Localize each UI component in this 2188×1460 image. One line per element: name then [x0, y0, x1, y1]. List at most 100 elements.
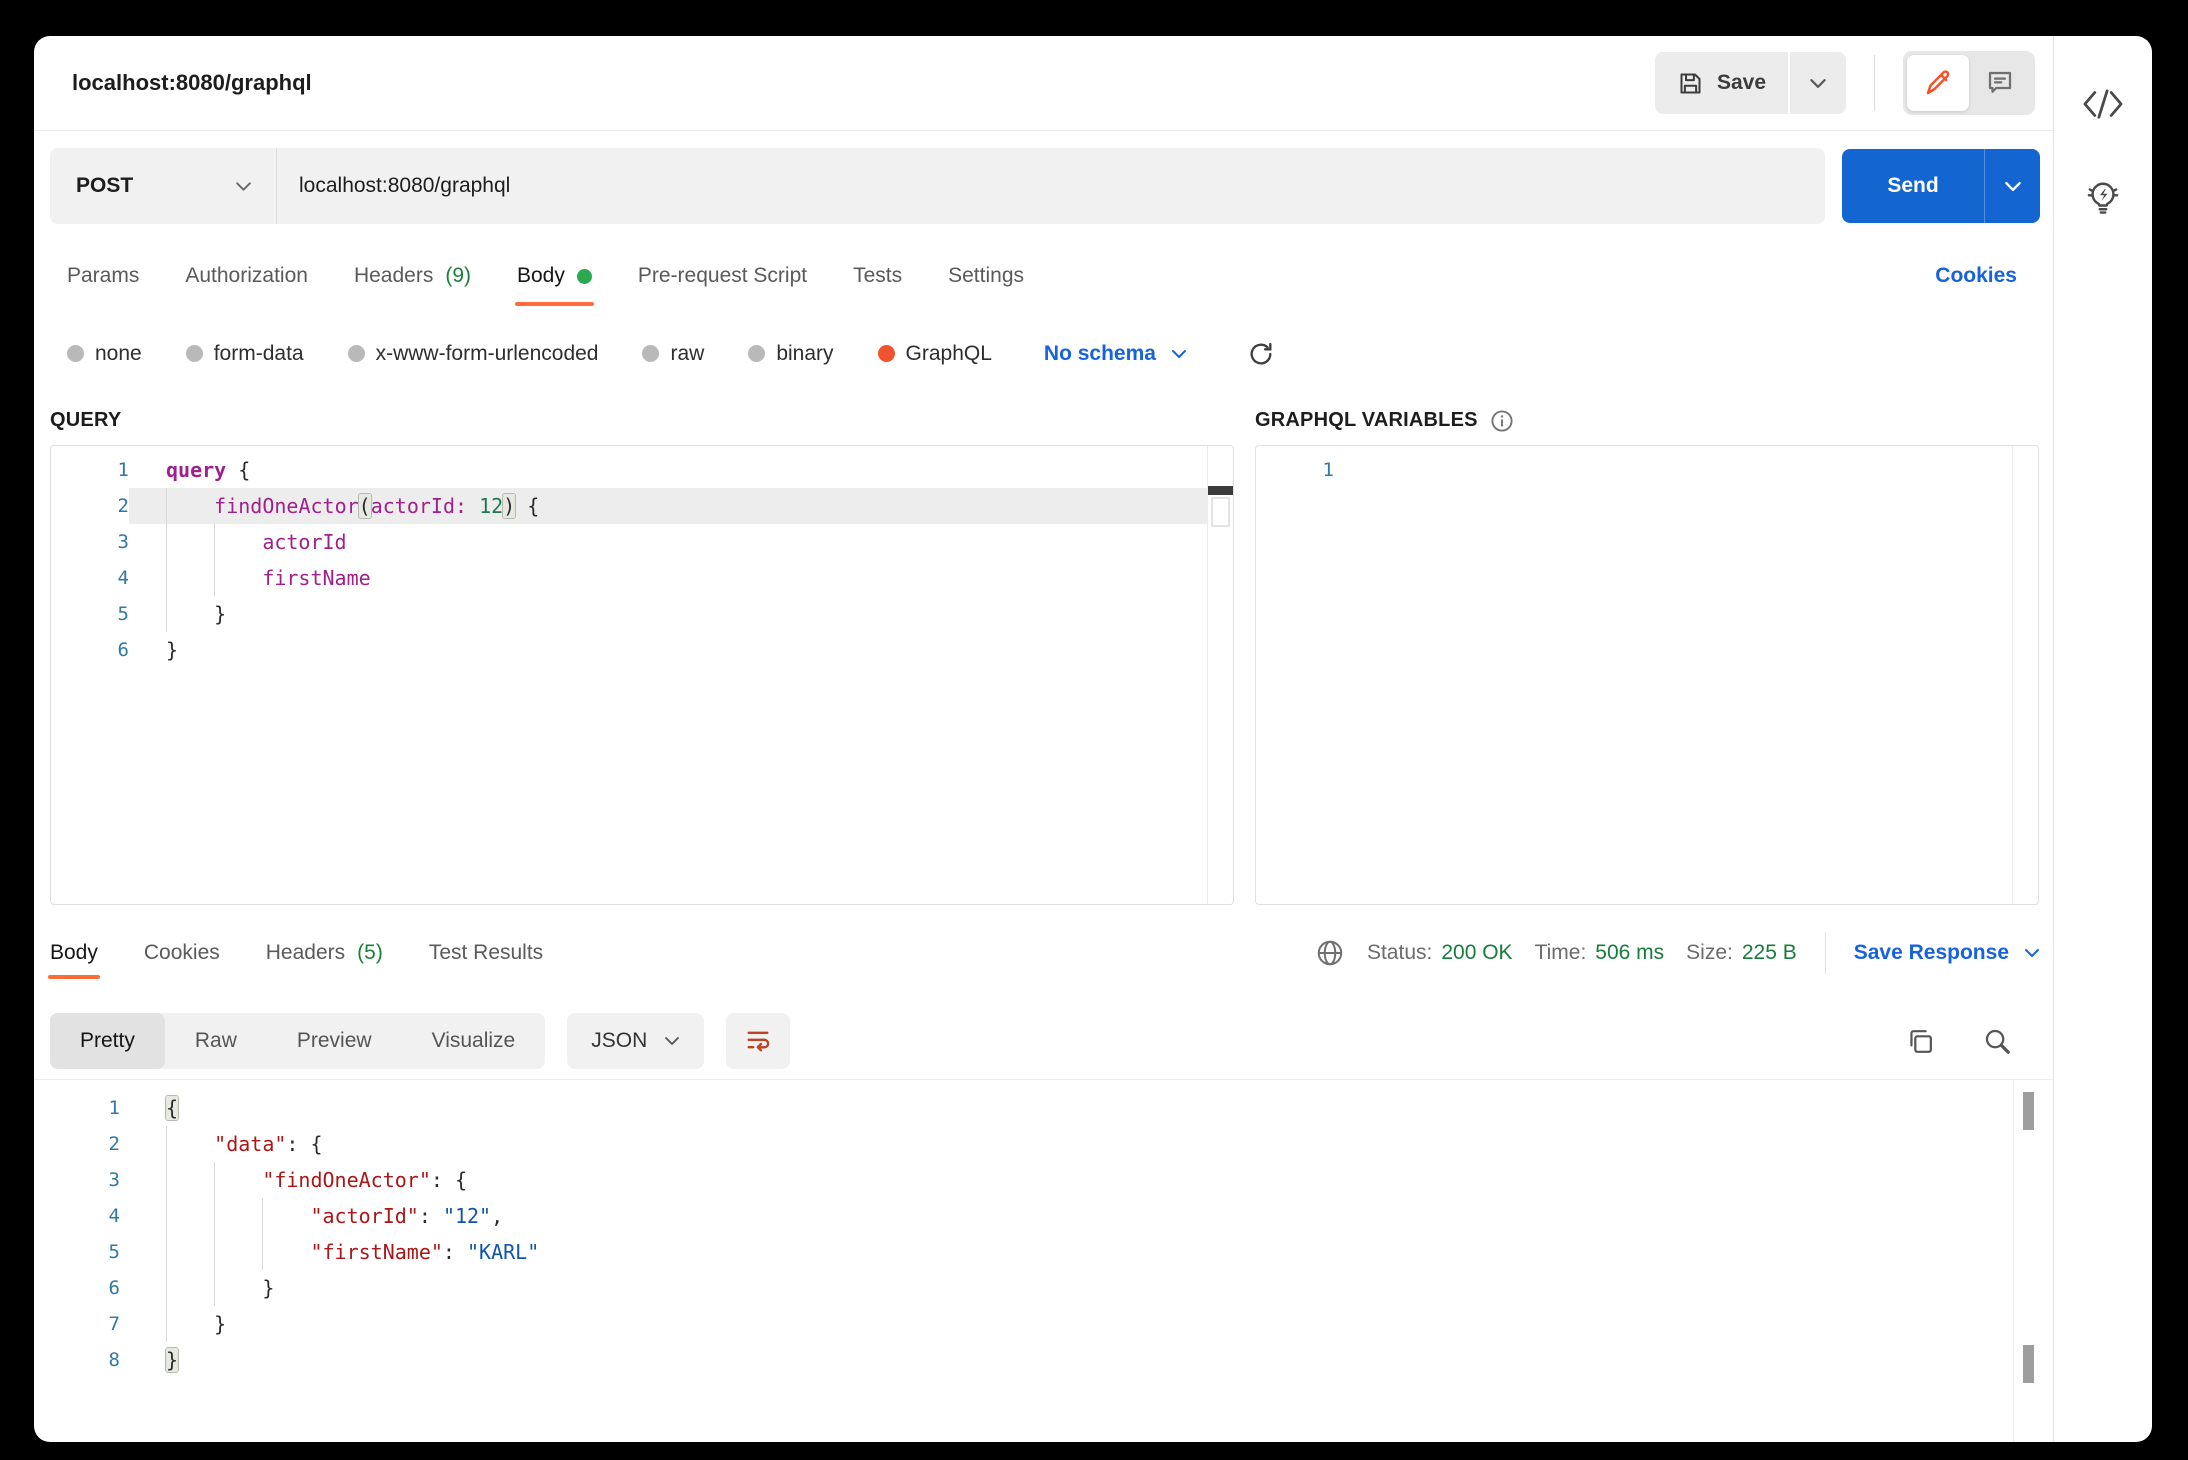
tab-label: Params: [67, 264, 139, 288]
indent-guide: [166, 560, 214, 596]
desktop: { "window": { "title": "localhost:8080/g…: [0, 0, 2188, 1460]
send-button[interactable]: Send: [1842, 149, 1984, 223]
code-line: 8}: [34, 1342, 2053, 1378]
body-type-graphql[interactable]: GraphQL: [878, 342, 992, 366]
body-type-urlencoded[interactable]: x-www-form-urlencoded: [348, 342, 599, 366]
line-number: 5: [34, 1234, 120, 1270]
tab-body[interactable]: Body: [517, 241, 592, 311]
code-line-content: }: [129, 632, 1233, 668]
chevron-down-icon: [235, 181, 252, 192]
body-type-binary[interactable]: binary: [748, 342, 833, 366]
code-token: :: [443, 1240, 467, 1264]
response-body-viewer[interactable]: 1{2"data": {3"findOneActor": {4"actorId"…: [34, 1079, 2053, 1442]
line-number: 1: [34, 1090, 120, 1126]
radio-icon: [67, 345, 84, 362]
body-type-form-data[interactable]: form-data: [186, 342, 304, 366]
scrollbar-thumb[interactable]: [2023, 1345, 2034, 1383]
schema-select[interactable]: No schema: [1044, 342, 1187, 366]
refresh-icon: [1247, 340, 1275, 368]
radio-icon: [186, 345, 203, 362]
indent-guide: [166, 1234, 214, 1270]
code-line-content: }: [120, 1270, 2053, 1306]
send-options-button[interactable]: [1984, 149, 2040, 223]
radio-label: binary: [776, 342, 833, 366]
tab-label: Test Results: [429, 941, 543, 965]
body-type-none[interactable]: none: [67, 342, 142, 366]
chevron-down-icon: [2024, 948, 2040, 958]
tab-headers[interactable]: Headers(9): [354, 241, 471, 311]
globe-icon[interactable]: [1315, 938, 1345, 968]
tab-settings[interactable]: Settings: [948, 241, 1024, 311]
editor-overview-ruler[interactable]: [1207, 446, 1233, 904]
view-raw-button[interactable]: Raw: [165, 1013, 267, 1069]
info-icon[interactable]: [1490, 409, 1514, 433]
copy-response-button[interactable]: [1905, 1026, 1936, 1057]
response-format-select[interactable]: JSON: [567, 1013, 704, 1069]
response-tab-cookies[interactable]: Cookies: [144, 905, 220, 1001]
refresh-schema-button[interactable]: [1247, 340, 1275, 368]
chevron-down-icon: [2004, 181, 2022, 192]
code-token: actorId:: [371, 494, 467, 518]
line-number: 1: [51, 452, 129, 488]
lightbulb-bolt-icon: [2082, 177, 2124, 219]
radio-icon: [348, 345, 365, 362]
method-select[interactable]: POST: [50, 148, 276, 224]
code-token: }: [166, 1348, 178, 1372]
tab-authorization[interactable]: Authorization: [185, 241, 308, 311]
code-line-content: query {: [129, 452, 1233, 488]
save-response-label: Save Response: [1854, 941, 2009, 965]
query-label: QUERY: [50, 396, 1234, 445]
url-input[interactable]: [277, 174, 1825, 198]
request-header: localhost:8080/graphql Save: [34, 36, 2053, 131]
code-line: 2"data": {: [34, 1126, 2053, 1162]
scrollbar-track[interactable]: [2013, 1080, 2014, 1442]
view-visualize-button[interactable]: Visualize: [402, 1013, 546, 1069]
cookies-link[interactable]: Cookies: [1935, 264, 2017, 288]
radio-label: none: [95, 342, 142, 366]
save-options-button[interactable]: [1790, 52, 1846, 114]
code-line-content: "data": {: [120, 1126, 2053, 1162]
view-preview-button[interactable]: Preview: [267, 1013, 402, 1069]
radio-icon: [642, 345, 659, 362]
view-pretty-button[interactable]: Pretty: [50, 1013, 165, 1069]
code-token: ): [503, 494, 515, 518]
code-line: 5}: [51, 596, 1233, 632]
wrap-lines-button[interactable]: [726, 1013, 790, 1069]
code-token: 12: [479, 494, 503, 518]
right-sidebar: [2053, 36, 2152, 1442]
search-response-button[interactable]: [1982, 1026, 2012, 1057]
line-number: 7: [34, 1306, 120, 1342]
body-type-raw[interactable]: raw: [642, 342, 704, 366]
save-response-button[interactable]: Save Response: [1854, 941, 2040, 965]
request-tabs: Params Authorization Headers(9) Body Pre…: [34, 241, 2053, 311]
code-token: "actorId": [310, 1204, 418, 1228]
copy-icon: [1905, 1026, 1936, 1057]
tab-params[interactable]: Params: [67, 241, 139, 311]
save-button[interactable]: Save: [1655, 52, 1788, 114]
response-tab-body[interactable]: Body: [50, 905, 98, 1001]
scrollbar-thumb[interactable]: [1211, 497, 1230, 527]
code-line-content: [1334, 452, 2038, 488]
tab-pre-request-script[interactable]: Pre-request Script: [638, 241, 807, 311]
response-tab-headers[interactable]: Headers(5): [266, 905, 383, 1001]
comment-icon: [1985, 68, 2015, 98]
scrollbar-thumb[interactable]: [2023, 1092, 2034, 1130]
variables-label: GRAPHQL VARIABLES: [1255, 396, 2039, 445]
tab-label: Headers: [354, 264, 433, 288]
divider: [1874, 55, 1875, 111]
query-editor[interactable]: 1query {2findOneActor(actorId: 12) {3act…: [50, 445, 1234, 905]
code-line: 2findOneActor(actorId: 12) {: [51, 488, 1233, 524]
code-snippet-button[interactable]: [2080, 88, 2126, 123]
response-tab-test-results[interactable]: Test Results: [429, 905, 543, 1001]
headers-count-badge: (5): [357, 941, 383, 965]
comments-button[interactable]: [1969, 55, 2031, 111]
chevron-down-icon: [1809, 78, 1827, 89]
postbot-button[interactable]: [2082, 177, 2124, 222]
variables-editor[interactable]: 1: [1255, 445, 2039, 905]
code-line: 3actorId: [51, 524, 1233, 560]
code-line-content: "actorId": "12",: [120, 1198, 2053, 1234]
edit-mode-button[interactable]: [1907, 55, 1969, 111]
editor-overview-ruler[interactable]: [2012, 446, 2038, 904]
radio-label: x-www-form-urlencoded: [376, 342, 599, 366]
tab-tests[interactable]: Tests: [853, 241, 902, 311]
